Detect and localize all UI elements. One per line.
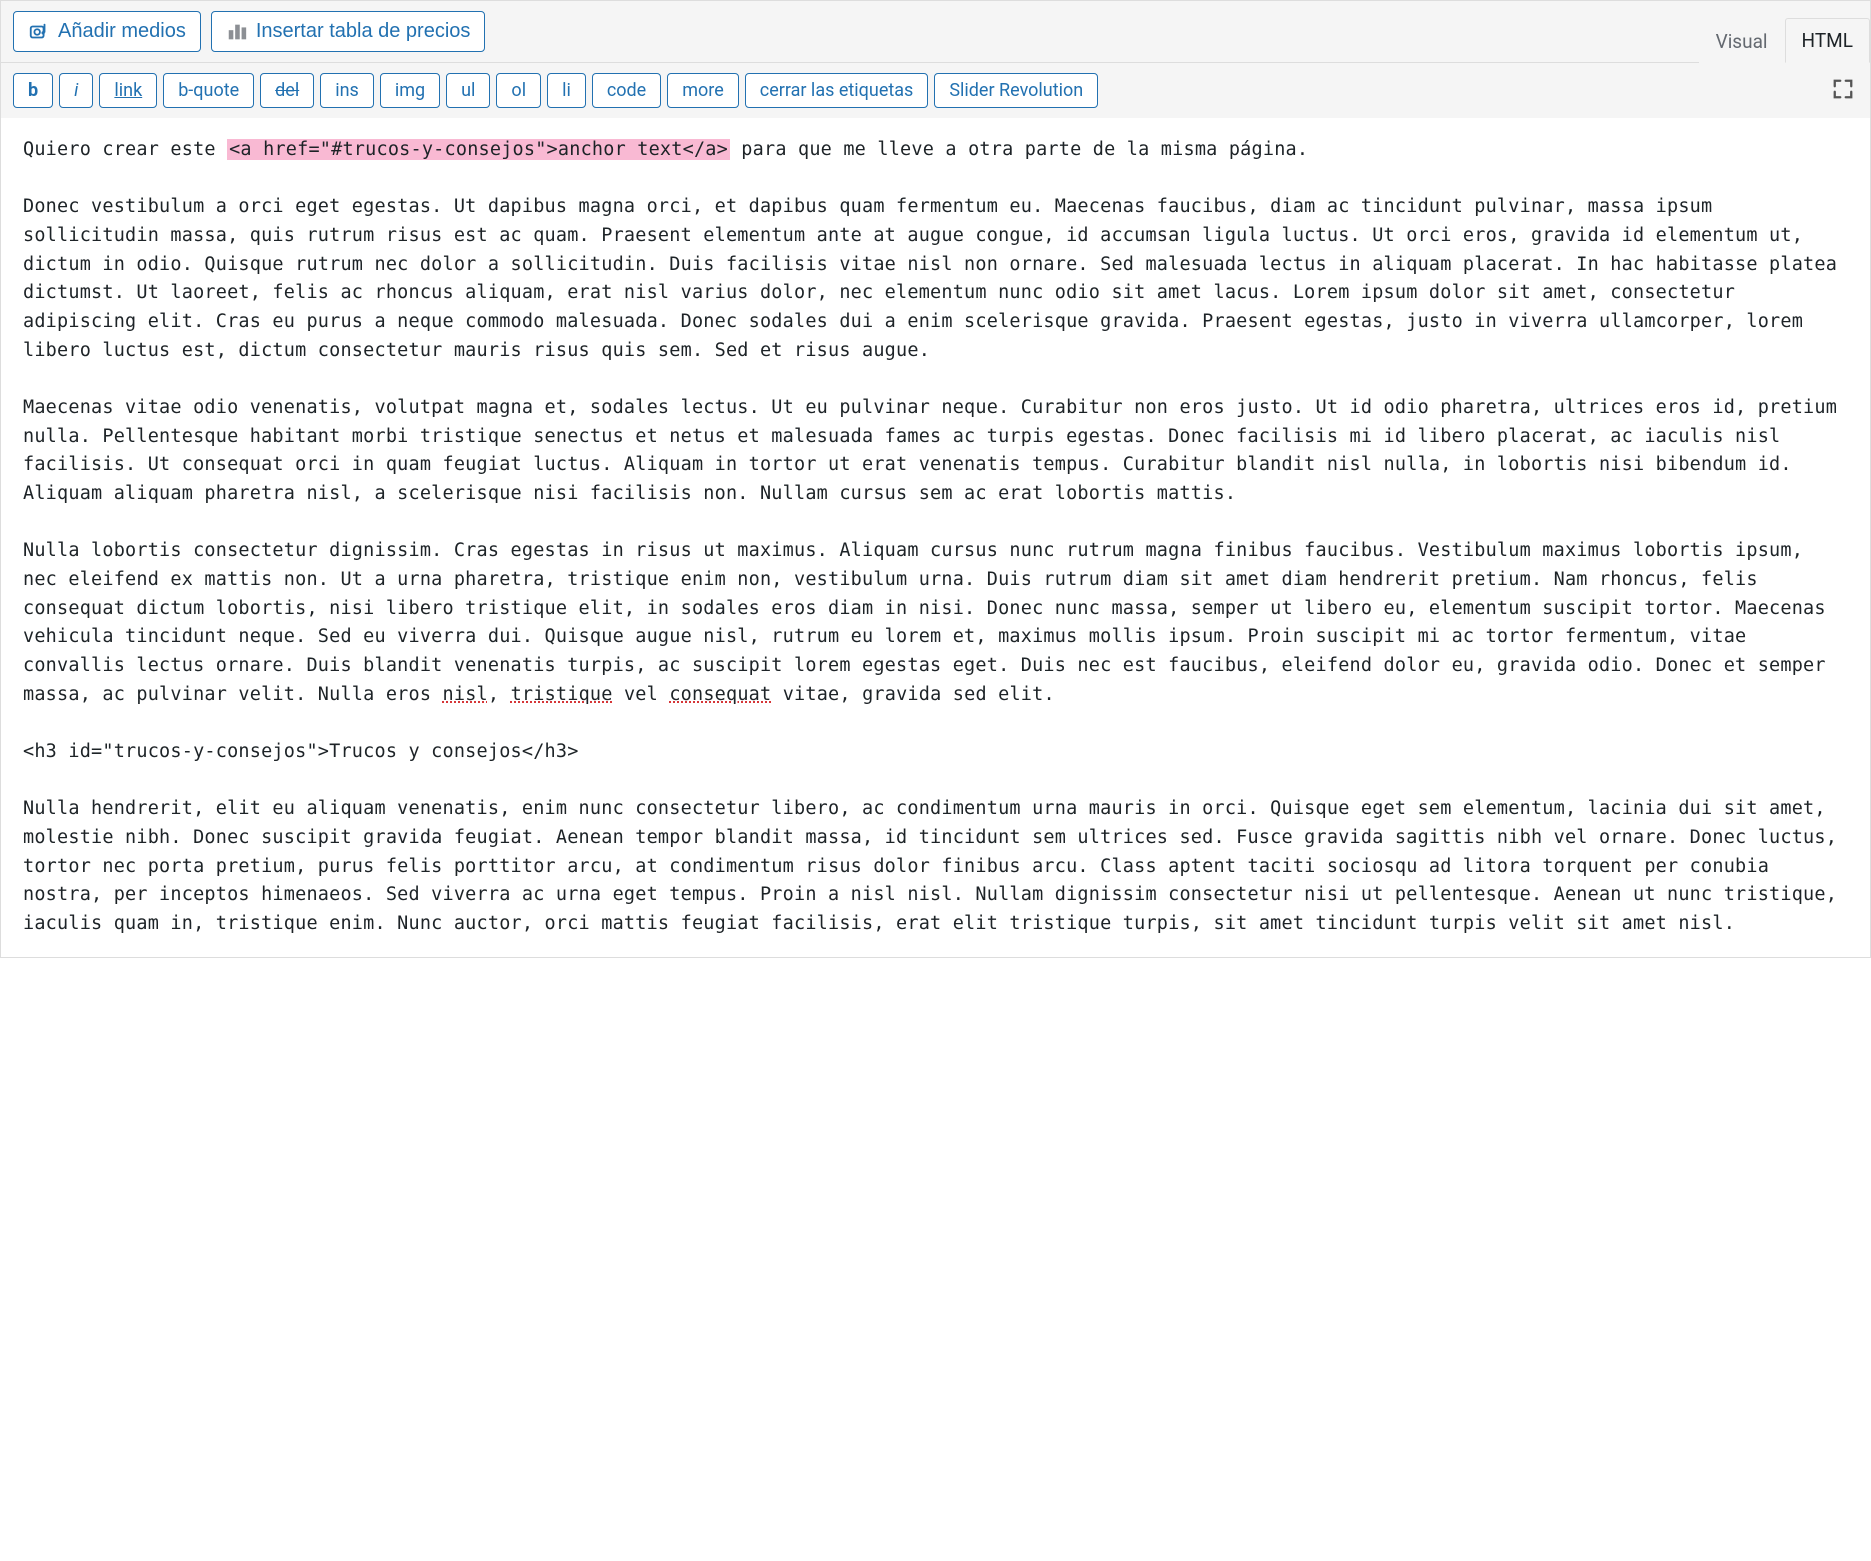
camera-music-icon: [28, 21, 50, 43]
qt-ul-button[interactable]: ul: [446, 73, 490, 108]
qt-ol-button[interactable]: ol: [496, 73, 541, 108]
qt-italic-button[interactable]: i: [59, 73, 93, 108]
text-paragraph: Nulla hendrerit, elit eu aliquam venenat…: [23, 798, 1848, 934]
qt-blockquote-button[interactable]: b-quote: [163, 73, 254, 108]
html-editor-textarea[interactable]: Quiero crear este <a href="#trucos-y-con…: [1, 118, 1870, 957]
qt-close-tags-button[interactable]: cerrar las etiquetas: [745, 73, 929, 108]
text-fragment: vitae, gravida sed elit.: [771, 684, 1054, 705]
insert-price-table-button[interactable]: Insertar tabla de precios: [211, 11, 486, 52]
qt-ins-button[interactable]: ins: [320, 73, 374, 108]
qt-li-button[interactable]: li: [547, 73, 586, 108]
quicktags-toolbar: b i link b-quote del ins img ul ol li co…: [1, 63, 1870, 118]
highlighted-anchor-code: <a href="#trucos-y-consejos">anchor text…: [227, 139, 730, 160]
add-media-button[interactable]: Añadir medios: [13, 11, 201, 52]
editor-container: Añadir medios Insertar tabla de precios …: [0, 0, 1871, 958]
spell-error: tristique: [511, 684, 613, 705]
tab-visual[interactable]: Visual: [1699, 19, 1785, 63]
qt-code-button[interactable]: code: [592, 73, 661, 108]
text-paragraph: Donec vestibulum a orci eget egestas. Ut…: [23, 196, 1848, 360]
qt-del-button[interactable]: del: [260, 73, 314, 108]
bar-chart-icon: [226, 21, 248, 43]
text-line: para que me lleve a otra parte de la mis…: [730, 139, 1308, 160]
insert-price-table-label: Insertar tabla de precios: [256, 20, 471, 43]
add-media-label: Añadir medios: [58, 20, 186, 43]
qt-link-button[interactable]: link: [99, 73, 157, 108]
qt-slider-revolution-button[interactable]: Slider Revolution: [934, 73, 1098, 108]
text-fragment: ,: [488, 684, 511, 705]
tab-html[interactable]: HTML: [1785, 18, 1870, 63]
text-paragraph: Maecenas vitae odio venenatis, volutpat …: [23, 397, 1848, 504]
text-fragment: vel: [613, 684, 670, 705]
qt-more-button[interactable]: more: [667, 73, 739, 108]
qt-bold-button[interactable]: b: [13, 73, 53, 108]
qt-img-button[interactable]: img: [380, 73, 440, 108]
media-toolbar: Añadir medios Insertar tabla de precios …: [1, 1, 1870, 63]
heading-code: <h3 id="trucos-y-consejos">Trucos y cons…: [23, 741, 579, 762]
text-line: Quiero crear este: [23, 139, 227, 160]
text-paragraph: Nulla lobortis consectetur dignissim. Cr…: [23, 540, 1837, 704]
fullscreen-icon[interactable]: [1828, 74, 1858, 108]
media-buttons-group: Añadir medios Insertar tabla de precios: [13, 11, 485, 52]
spell-error: consequat: [669, 684, 771, 705]
editor-mode-tabs: Visual HTML: [1699, 18, 1870, 63]
spell-error: nisl: [443, 684, 488, 705]
